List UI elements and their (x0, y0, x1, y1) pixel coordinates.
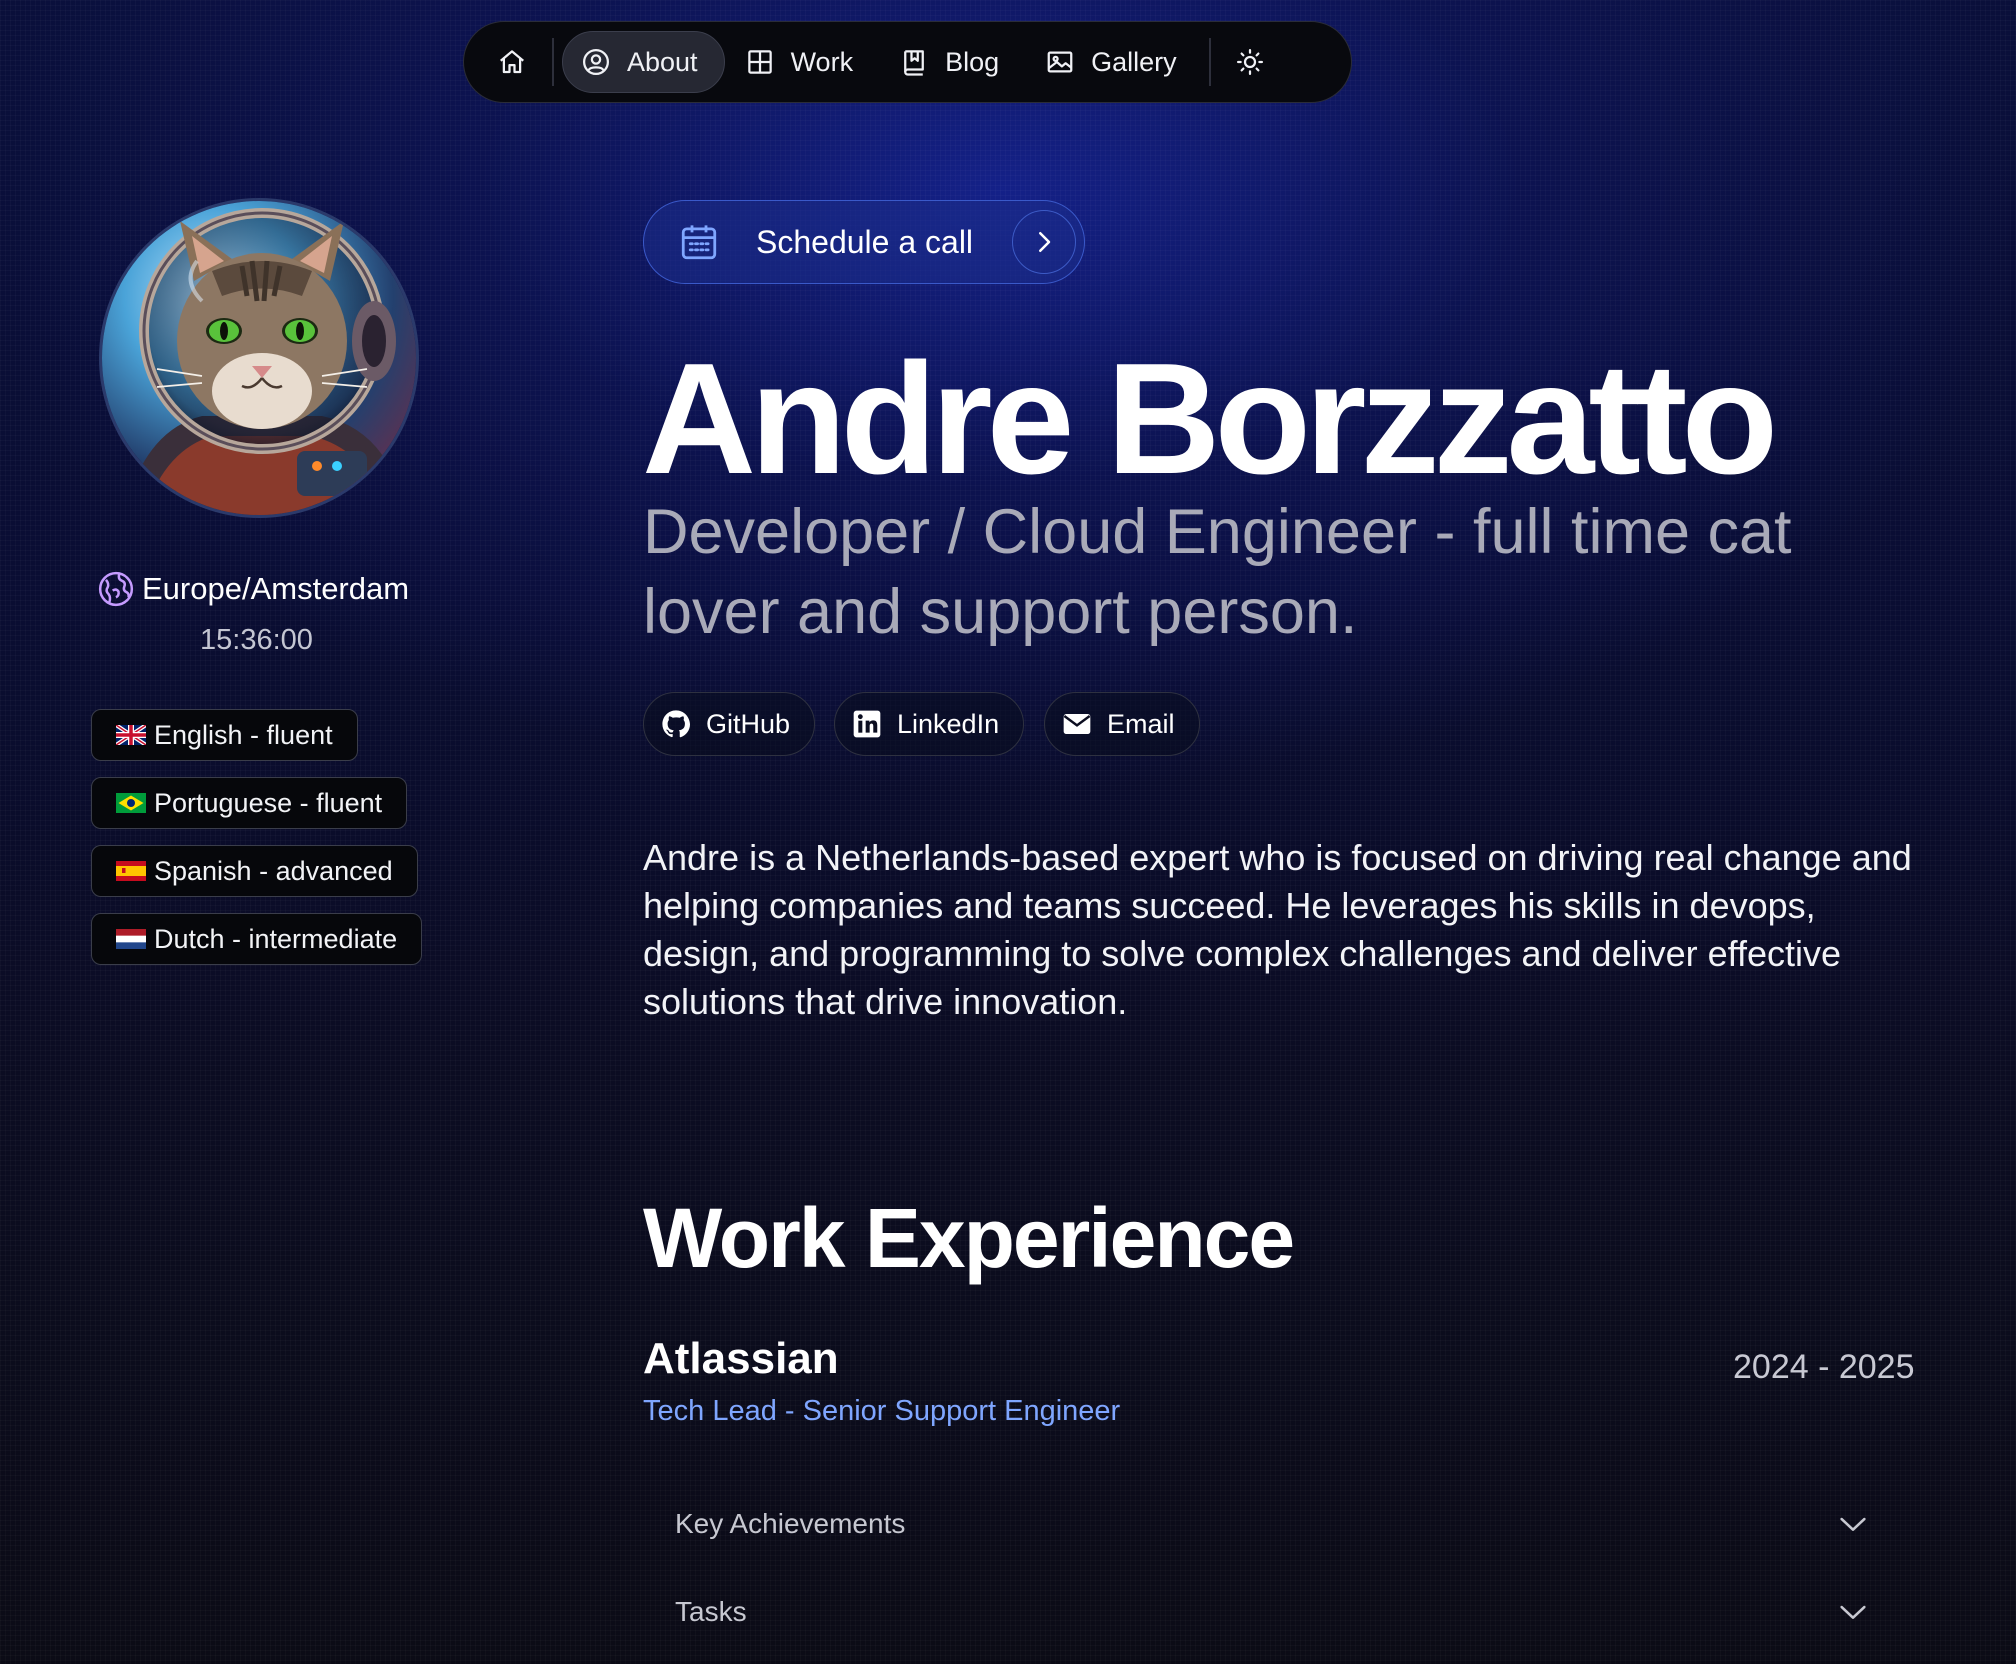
language-badge-spanish: Spanish - advanced (91, 845, 418, 897)
sun-icon (1236, 49, 1263, 75)
language-label: Dutch - intermediate (154, 923, 398, 954)
astronaut-cat-image (102, 201, 416, 515)
linkedin-label: LinkedIn (897, 708, 1000, 739)
company-name: Atlassian (643, 1334, 839, 1383)
language-badge-portuguese: Portuguese - fluent (91, 777, 408, 829)
book-icon (904, 50, 924, 76)
nav-divider (1208, 38, 1211, 86)
grid-icon (747, 50, 772, 74)
nav-about-button[interactable]: About (562, 31, 725, 93)
theme-toggle-button[interactable] (1219, 31, 1281, 93)
role-subtitle: Developer / Cloud Engineer - full time c… (643, 497, 1792, 647)
spain-flag-icon (116, 861, 146, 881)
page-title: Andre Borzzatto (642, 331, 1778, 507)
timezone-label: Europe/Amsterdam (142, 571, 410, 606)
linkedin-icon (853, 710, 881, 738)
nav-about-label: About (627, 46, 698, 77)
schedule-arrow (1012, 210, 1076, 274)
email-icon (1063, 714, 1091, 734)
top-nav: About Work Blog Gallery (463, 21, 1352, 103)
globe-icon (98, 571, 134, 607)
brazil-flag-icon (116, 793, 146, 813)
chevron-right-icon (1039, 232, 1051, 252)
email-label: Email (1107, 708, 1175, 739)
image-icon (1047, 51, 1073, 73)
schedule-call-button[interactable]: Schedule a call (643, 200, 1085, 284)
language-label: Portuguese - fluent (154, 787, 383, 818)
github-button[interactable]: GitHub (643, 692, 816, 756)
chevron-down-icon (1840, 1517, 1866, 1531)
github-label: GitHub (706, 708, 791, 739)
calendar-icon (681, 225, 717, 260)
github-icon (662, 710, 690, 738)
bio-paragraph: Andre is a Netherlands-based expert who … (643, 837, 1912, 1022)
accordion-label: Key Achievements (675, 1508, 906, 1539)
job-role: Tech Lead - Senior Support Engineer (643, 1395, 1121, 1427)
accordion-label: Tasks (675, 1596, 747, 1627)
accordion-tasks[interactable]: Tasks (643, 1576, 1900, 1648)
language-badge-english: English - fluent (91, 709, 358, 761)
user-circle-icon (583, 49, 609, 75)
nav-gallery-button[interactable]: Gallery (1025, 31, 1201, 93)
avatar (99, 198, 419, 518)
accordion-key-achievements[interactable]: Key Achievements (643, 1488, 1900, 1560)
language-badge-dutch: Dutch - intermediate (91, 913, 423, 965)
nav-gallery-label: Gallery (1091, 46, 1177, 77)
netherlands-flag-icon (116, 929, 146, 949)
email-button[interactable]: Email (1044, 692, 1200, 756)
uk-flag-icon (116, 725, 146, 745)
nav-blog-label: Blog (945, 46, 1000, 77)
employment-years: 2024 - 2025 (1733, 1348, 1915, 1386)
schedule-call-label: Schedule a call (756, 223, 974, 260)
local-time: 15:36:00 (200, 624, 313, 656)
nav-work-button[interactable]: Work (725, 31, 880, 93)
language-label: English - fluent (154, 719, 333, 750)
home-icon (500, 50, 524, 74)
linkedin-button[interactable]: LinkedIn (834, 692, 1025, 756)
nav-work-label: Work (790, 46, 854, 77)
work-experience-heading: Work Experience (643, 1191, 1295, 1285)
nav-blog-button[interactable]: Blog (879, 31, 1025, 93)
nav-divider (552, 38, 554, 86)
nav-home-button[interactable] (480, 31, 544, 93)
chevron-down-icon (1840, 1605, 1866, 1619)
language-label: Spanish - advanced (154, 855, 393, 886)
timezone: Europe/Amsterdam (96, 569, 409, 609)
